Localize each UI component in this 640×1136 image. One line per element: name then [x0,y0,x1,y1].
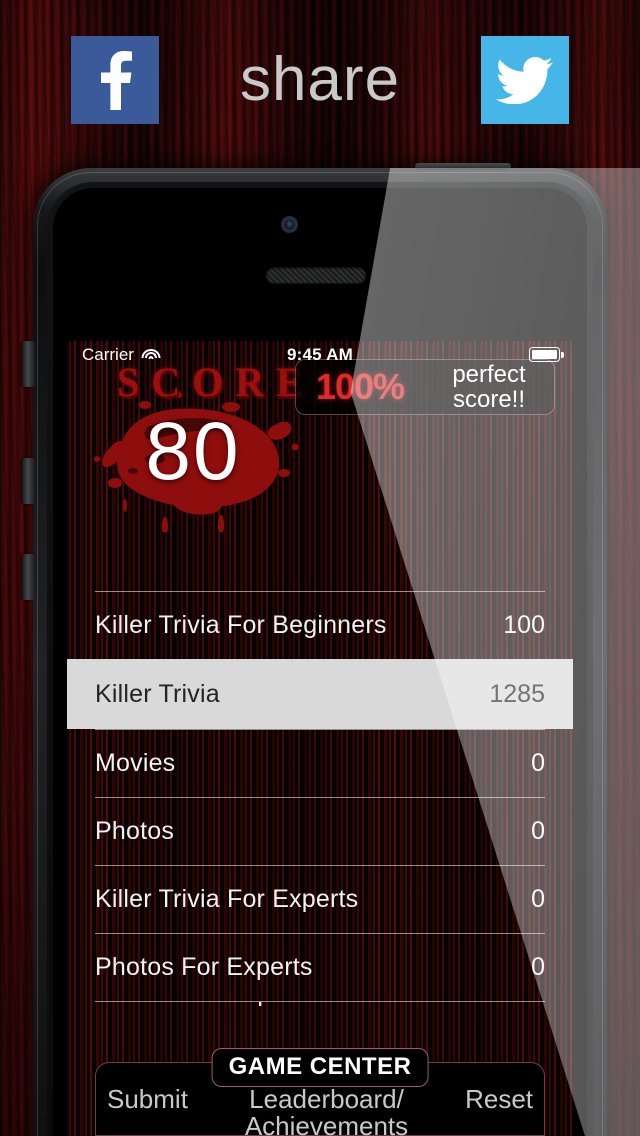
share-label: share [239,45,401,114]
table-row[interactable]: Killer Trivia 1285 [67,659,573,729]
row-value: 0 [531,749,545,777]
share-bar: share [0,0,640,160]
perfect-percent: 100% [315,366,405,407]
game-center-buttons: Submit Leaderboard/ Achievements Reset [95,1084,545,1136]
volume-down-button[interactable] [22,554,35,600]
leaderboard-achievements-button[interactable]: Leaderboard/ Achievements [244,1084,409,1136]
row-label: Killer Trivia [95,679,220,708]
row-value: 0 [531,817,545,845]
perfect-message: perfect score!! [452,360,526,413]
leaderboard-line-2: Achievements [244,1111,409,1136]
volume-up-button[interactable] [22,458,35,504]
status-bar: Carrier 9:45 AM [67,341,573,369]
table-row[interactable]: Killer Trivia For Beginners 100 [95,591,545,659]
facebook-icon [101,51,132,110]
row-label: Photos [95,817,175,845]
reset-button[interactable]: Reset [465,1085,533,1113]
mute-switch[interactable] [22,341,35,387]
leaderboard-line-1: Leaderboard/ [249,1084,404,1114]
table-row[interactable]: Photos For Experts 0 [95,933,545,1001]
row-label: Photos For Experts [95,953,313,981]
game-center-footer: GAME CENTER Submit Leaderboard/ Achievem… [95,1048,545,1136]
row-label: Movies [95,749,176,777]
earpiece-speaker [266,267,366,283]
twitter-share-button[interactable] [481,36,569,124]
row-value: 0 [531,1002,545,1008]
submit-button[interactable]: Submit [107,1085,188,1113]
score-value: 80 [145,406,241,497]
status-time: 9:45 AM [287,345,353,364]
score-list: Killer Trivia For Beginners 100 Killer Tri… [67,591,573,1027]
row-value: 100 [503,611,545,639]
front-camera-icon [283,218,296,231]
table-row[interactable]: Movies 0 [95,729,545,797]
row-value: 0 [531,885,545,913]
table-row[interactable]: Killer Trivia For Experts 0 [95,865,545,933]
game-center-title: GAME CENTER [211,1048,429,1087]
screenshot-root: share Carrier 9:45 AM SCORE 80 100% perf… [0,0,640,1136]
twitter-icon [496,57,553,104]
app-screen: Carrier 9:45 AM SCORE 80 100% perfect sc… [67,341,573,1136]
power-button[interactable] [415,163,511,170]
battery-full-icon [529,347,564,362]
table-row[interactable]: Movies For Experts0 [95,1001,545,1027]
row-label: Movies For Experts [95,1002,531,1008]
row-label: Killer Trivia For Beginners [95,611,387,639]
row-value: 1285 [489,679,545,708]
row-value: 0 [531,953,545,981]
table-row[interactable]: Photos 0 [95,797,545,865]
row-label: Killer Trivia For Experts [95,885,359,913]
facebook-share-button[interactable] [71,36,159,124]
